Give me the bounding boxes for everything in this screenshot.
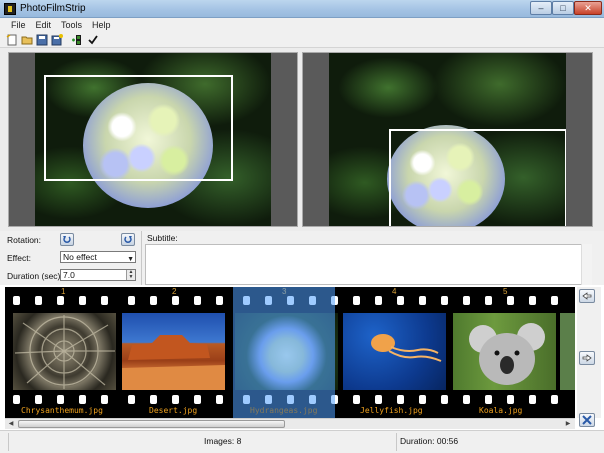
start-crop-frame[interactable] bbox=[44, 75, 233, 181]
film-label: Chrysanthemum.jpg bbox=[21, 406, 103, 415]
save-as-icon[interactable] bbox=[50, 33, 64, 47]
film-thumbnail-partial[interactable] bbox=[560, 313, 575, 390]
end-preview[interactable] bbox=[302, 52, 593, 227]
status-bar: Images: 8 Duration: 00:56 bbox=[0, 430, 604, 453]
remove-image-button[interactable] bbox=[579, 413, 595, 427]
toolbar bbox=[0, 32, 604, 48]
frame-number: 2 bbox=[172, 287, 177, 296]
film-thumbnail-koala[interactable] bbox=[453, 313, 556, 390]
start-preview-image bbox=[35, 53, 271, 226]
chrysanthemum-image bbox=[14, 315, 115, 389]
subtitle-field[interactable] bbox=[145, 244, 592, 285]
window-title: PhotoFilmStrip bbox=[20, 3, 86, 14]
end-preview-image bbox=[329, 53, 566, 226]
menu-edit[interactable]: Edit bbox=[31, 18, 57, 32]
arrow-left-icon bbox=[582, 292, 592, 300]
new-project-icon[interactable] bbox=[5, 33, 19, 47]
divider bbox=[141, 231, 142, 285]
preview-area bbox=[0, 48, 604, 231]
rotate-left-icon bbox=[63, 236, 71, 243]
menu-help[interactable]: Help bbox=[87, 18, 116, 32]
film-thumbnail-chrysanthemum[interactable] bbox=[13, 313, 116, 390]
app-icon bbox=[4, 3, 16, 15]
effect-label: Effect: bbox=[7, 253, 31, 263]
filmstrip-side-controls bbox=[577, 287, 601, 427]
rotate-left-button[interactable] bbox=[60, 233, 74, 246]
menu-tools[interactable]: Tools bbox=[56, 18, 87, 32]
duration-spinner[interactable]: ▲ ▼ bbox=[126, 270, 135, 280]
menu-bar: File Edit Tools Help bbox=[0, 18, 604, 32]
scroll-right-icon[interactable]: ▶ bbox=[562, 419, 574, 429]
minimize-button[interactable]: – bbox=[530, 1, 552, 15]
import-pictures-icon[interactable] bbox=[70, 33, 84, 47]
film-label: Koala.jpg bbox=[479, 406, 523, 415]
film-label: Jellyfish.jpg bbox=[360, 406, 423, 415]
total-duration: Duration: 00:56 bbox=[400, 436, 459, 446]
divider bbox=[396, 433, 397, 451]
images-count: Images: 8 bbox=[204, 436, 242, 446]
maximize-button[interactable]: □ bbox=[552, 1, 574, 15]
frame-number: 5 bbox=[503, 287, 508, 296]
duration-input[interactable]: 7.0 ▲ ▼ bbox=[60, 269, 136, 281]
end-crop-frame[interactable] bbox=[389, 129, 566, 226]
jellyfish-image bbox=[371, 334, 442, 362]
subtitle-label: Subtitle: bbox=[147, 233, 178, 243]
duration-value: 7.0 bbox=[63, 270, 75, 280]
render-checkmark-icon[interactable] bbox=[86, 33, 100, 47]
desert-image bbox=[122, 335, 225, 390]
chevron-down-icon: ▼ bbox=[127, 256, 134, 263]
subtitle-scrollbar[interactable] bbox=[581, 244, 592, 285]
film-thumbnail-desert[interactable] bbox=[122, 313, 225, 390]
duration-label: Duration (sec): bbox=[7, 271, 63, 281]
scrollbar-thumb[interactable] bbox=[18, 420, 285, 428]
remove-x-icon bbox=[582, 415, 592, 425]
move-left-button[interactable] bbox=[579, 289, 595, 303]
frame-number: 4 bbox=[392, 287, 397, 296]
title-bar: PhotoFilmStrip – □ ✕ bbox=[0, 0, 604, 18]
image-properties-panel: Rotation: Effect: No effect ▼ Duration (… bbox=[0, 231, 604, 285]
effect-select[interactable]: No effect ▼ bbox=[60, 251, 136, 263]
arrow-right-icon bbox=[582, 354, 592, 362]
open-project-icon[interactable] bbox=[20, 33, 34, 47]
film-label: Desert.jpg bbox=[149, 406, 198, 415]
menu-file[interactable]: File bbox=[6, 18, 31, 32]
selected-frame-highlight bbox=[233, 287, 335, 418]
filmstrip[interactable]: 1 2 3 4 5 C bbox=[5, 287, 575, 418]
effect-select-value: No effect bbox=[63, 252, 97, 262]
save-project-icon[interactable] bbox=[35, 33, 49, 47]
filmstrip-scrollbar[interactable]: ◀ ▶ bbox=[5, 418, 575, 429]
scroll-left-icon[interactable]: ◀ bbox=[5, 419, 17, 429]
move-right-button[interactable] bbox=[579, 351, 595, 365]
frame-number: 1 bbox=[61, 287, 66, 296]
film-label: Hydrangeas.jpg bbox=[250, 406, 318, 415]
rotate-right-icon bbox=[124, 236, 132, 243]
start-preview[interactable] bbox=[8, 52, 298, 227]
divider bbox=[8, 433, 9, 451]
film-thumbnail-jellyfish[interactable] bbox=[343, 313, 446, 390]
rotate-right-button[interactable] bbox=[121, 233, 135, 246]
rotation-label: Rotation: bbox=[7, 235, 42, 245]
koala-image bbox=[469, 323, 545, 385]
close-button[interactable]: ✕ bbox=[574, 1, 602, 15]
